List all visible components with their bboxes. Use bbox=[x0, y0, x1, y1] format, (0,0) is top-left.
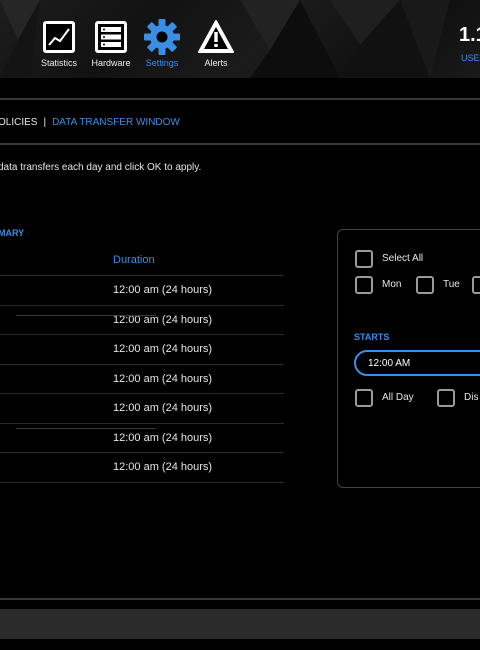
select-all-label: Select All bbox=[382, 253, 424, 264]
nav-alerts-label: Alerts bbox=[204, 58, 228, 68]
tue-checkbox[interactable] bbox=[416, 276, 434, 294]
duration-cell: 12:00 am (24 hours) bbox=[113, 284, 213, 296]
warning-icon bbox=[198, 20, 234, 53]
breadcrumb-current: DATA TRANSFER WINDOW bbox=[52, 117, 180, 128]
nav-alerts[interactable]: Alerts bbox=[191, 18, 241, 68]
user-link[interactable]: USE bbox=[461, 53, 480, 63]
tue-label: Tue bbox=[443, 279, 460, 290]
nav-statistics-label: Statistics bbox=[40, 58, 77, 68]
disable-label: Dis bbox=[464, 392, 479, 403]
duration-cell: 12:00 am (24 hours) bbox=[113, 373, 213, 385]
table-row: 12:00 am (24 hours) bbox=[0, 364, 284, 393]
duration-cell: 12:00 am (24 hours) bbox=[113, 461, 213, 473]
table-row: 12:00 am (24 hours) bbox=[0, 393, 284, 422]
table-bottom-border bbox=[0, 482, 284, 483]
all-day-checkbox[interactable] bbox=[355, 389, 373, 407]
footer-bar bbox=[0, 609, 480, 639]
version-number: 1.1 bbox=[459, 24, 480, 46]
duration-cell: 12:00 am (24 hours) bbox=[113, 402, 213, 414]
top-header: Statistics Hardware Settings Alerts 1. U… bbox=[0, 0, 480, 78]
table-row: 12:00 am (24 hours) bbox=[0, 305, 284, 334]
wed-checkbox[interactable] bbox=[472, 276, 480, 294]
nav-statistics[interactable]: Statistics bbox=[34, 18, 84, 68]
instructions-text: data transfers each day and click OK to … bbox=[0, 162, 202, 173]
duration-cell: 12:00 am (24 hours) bbox=[113, 432, 213, 444]
duration-cell: 12:00 am (24 hours) bbox=[113, 343, 213, 355]
nav-settings-label: Settings bbox=[145, 58, 179, 68]
summary-title: MARY bbox=[0, 228, 25, 238]
table-row: 12:00 am (24 hours) bbox=[0, 334, 284, 363]
nav-hardware-label: Hardware bbox=[91, 58, 131, 68]
nav-hardware[interactable]: Hardware bbox=[86, 18, 136, 68]
all-day-label: All Day bbox=[382, 392, 414, 403]
mon-label: Mon bbox=[382, 279, 402, 290]
start-time-input[interactable] bbox=[354, 350, 480, 376]
table-row: 12:00 am (24 hours) bbox=[0, 452, 284, 481]
starts-label: STARTS bbox=[354, 332, 390, 342]
breadcrumb-policies[interactable]: OLICIES bbox=[0, 117, 37, 128]
breadcrumb-separator: | bbox=[43, 117, 47, 128]
panel-divider bbox=[16, 315, 156, 316]
divider-breadcrumb bbox=[0, 143, 480, 145]
nav-settings[interactable]: Settings bbox=[137, 18, 187, 68]
gear-icon bbox=[144, 19, 180, 55]
server-icon bbox=[95, 21, 127, 53]
panel-divider bbox=[16, 428, 156, 429]
select-all-checkbox[interactable] bbox=[355, 250, 373, 268]
duration-column-header: Duration bbox=[113, 254, 155, 266]
divider-top bbox=[0, 98, 480, 100]
table-row: 12:00 am (24 hours) bbox=[0, 275, 284, 304]
breadcrumb: OLICIES | DATA TRANSFER WINDOW bbox=[0, 117, 180, 128]
footer-divider bbox=[0, 598, 480, 600]
mon-checkbox[interactable] bbox=[355, 276, 373, 294]
disable-checkbox[interactable] bbox=[437, 389, 455, 407]
chart-icon bbox=[43, 21, 75, 53]
